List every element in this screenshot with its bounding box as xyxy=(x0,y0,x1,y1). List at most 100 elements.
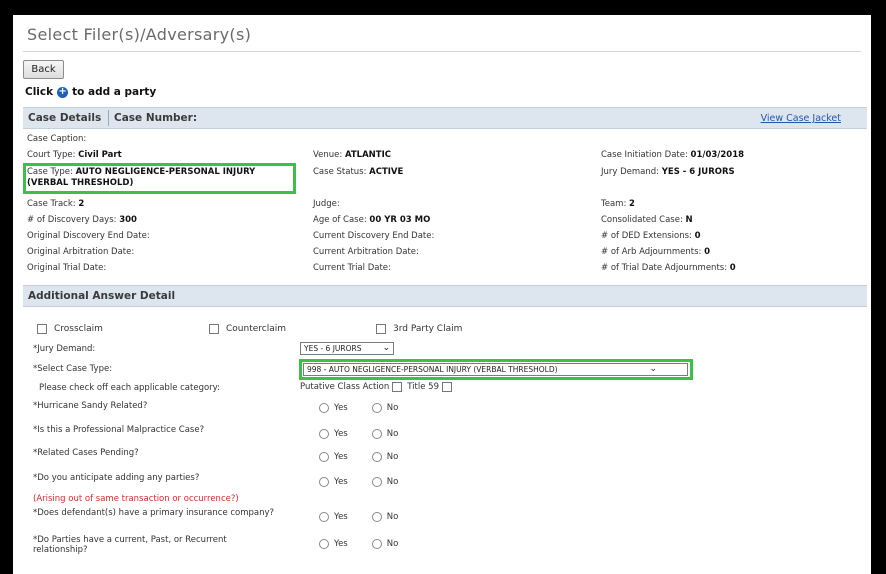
related-no-radio[interactable] xyxy=(371,452,382,462)
team-label: Team: xyxy=(601,199,627,209)
adding-parties-radios: Yes No xyxy=(319,477,398,487)
team: Team: 2 xyxy=(601,199,635,209)
yes-label: Yes xyxy=(334,512,348,522)
yes-label: Yes xyxy=(334,452,348,462)
crossclaim-label: Crossclaim xyxy=(54,324,103,334)
no-label: No xyxy=(386,539,399,549)
trial-adjournments-label: # of Trial Date Adjournments: xyxy=(601,263,728,273)
question-professional-malpractice: *Is this a Professional Malpractice Case… xyxy=(33,425,205,435)
trial-adjournments-value: 0 xyxy=(729,263,736,273)
case-status-value: ACTIVE xyxy=(369,167,404,177)
related-yes-radio[interactable] xyxy=(319,452,329,462)
question-related-cases: *Related Cases Pending? xyxy=(33,448,139,458)
question-adding-parties: *Do you anticipate adding any parties? xyxy=(33,473,200,483)
case-initiation-label: Case Initiation Date: xyxy=(601,150,688,160)
chevron-down-icon: ⌄ xyxy=(382,343,390,353)
arb-adjournments: # of Arb Adjournments: 0 xyxy=(601,247,710,257)
related-cases-radios: Yes No xyxy=(319,452,398,462)
venue-label: Venue: xyxy=(313,150,343,160)
age-of-case-value: 00 YR 03 MO xyxy=(369,215,431,225)
discovery-days: # of Discovery Days: 300 xyxy=(27,215,137,225)
hurricane-yes-radio[interactable] xyxy=(319,403,329,413)
adding-no-radio[interactable] xyxy=(371,477,382,487)
counterclaim-label: Counterclaim xyxy=(226,324,286,334)
yes-label: Yes xyxy=(334,477,348,487)
malpractice-yes-radio[interactable] xyxy=(319,429,329,439)
crossclaim-checkbox[interactable] xyxy=(37,324,47,334)
hurricane-sandy-radios: Yes No xyxy=(319,403,398,413)
court-type-value: Civil Part xyxy=(78,150,122,160)
title-divider xyxy=(23,51,861,52)
case-details-title: Case Details xyxy=(28,112,102,124)
venue: Venue: ATLANTIC xyxy=(313,150,391,160)
category-options: Putative Class Action Title 59 xyxy=(300,382,457,392)
view-case-jacket-link[interactable]: View Case Jacket xyxy=(761,113,841,124)
original-arbitration-date: Original Arbitration Date: xyxy=(27,247,135,257)
insurance-no-radio[interactable] xyxy=(371,512,382,522)
malpractice-no-radio[interactable] xyxy=(371,429,382,439)
counterclaim-option[interactable]: Counterclaim xyxy=(209,324,286,334)
case-number-label: Case Number: xyxy=(114,112,198,124)
current-arbitration-date: Current Arbitration Date: xyxy=(313,247,419,257)
title-59-checkbox[interactable] xyxy=(441,382,452,392)
relationship-question-line2: relationship? xyxy=(33,545,88,555)
ded-extensions: # of DED Extensions: 0 xyxy=(601,231,701,241)
insurance-radios: Yes No xyxy=(319,512,398,522)
current-discovery-end: Current Discovery End Date: xyxy=(313,231,435,241)
back-button[interactable]: Back xyxy=(23,60,64,79)
jury-demand-select[interactable]: YES - 6 JURORS ⌄ xyxy=(300,342,394,355)
case-details-bar: Case Details Case Number: View Case Jack… xyxy=(23,107,867,129)
consolidated-case-value: N xyxy=(685,215,693,225)
case-status: Case Status: ACTIVE xyxy=(313,167,403,177)
putative-class-action-checkbox[interactable] xyxy=(392,382,403,392)
add-party-plus-icon: + xyxy=(57,85,69,98)
case-type-select-highlight xyxy=(299,359,693,380)
third-party-claim-label: 3rd Party Claim xyxy=(393,324,463,334)
insurance-yes-radio[interactable] xyxy=(319,512,329,522)
additional-answer-detail-bar: Additional Answer Detail xyxy=(23,285,867,307)
case-initiation-date: Case Initiation Date: 01/03/2018 xyxy=(601,150,744,160)
case-caption-label: Case Caption: xyxy=(27,134,87,144)
original-discovery-end: Original Discovery End Date: xyxy=(27,231,150,241)
relationship-question-line1: *Do Parties have a current, Past, or Rec… xyxy=(33,535,227,545)
relationship-no-radio[interactable] xyxy=(371,539,382,549)
hurricane-no-radio[interactable] xyxy=(371,403,382,413)
yes-label: Yes xyxy=(334,403,348,413)
case-track-label: Case Track: xyxy=(27,199,76,209)
judge: Judge: xyxy=(313,199,340,209)
court-type-label: Court Type: xyxy=(27,150,76,160)
consolidated-case-label: Consolidated Case: xyxy=(601,215,683,225)
section-separator xyxy=(108,110,109,126)
trial-date-adjournments: # of Trial Date Adjournments: 0 xyxy=(601,263,736,273)
yes-label: Yes xyxy=(334,429,348,439)
consolidated-case: Consolidated Case: N xyxy=(601,215,693,225)
jury-demand-select-value: YES - 6 JURORS xyxy=(304,344,362,353)
jury-demand-value: YES - 6 JURORS xyxy=(661,167,735,177)
current-trial-date: Current Trial Date: xyxy=(313,263,391,273)
arb-adjournments-label: # of Arb Adjournments: xyxy=(601,247,702,257)
judge-label: Judge: xyxy=(313,199,340,209)
third-party-claim-checkbox[interactable] xyxy=(376,324,386,334)
case-track-value: 2 xyxy=(78,199,85,209)
counterclaim-checkbox[interactable] xyxy=(209,324,219,334)
yes-label: Yes xyxy=(334,539,348,549)
malpractice-radios: Yes No xyxy=(319,429,398,439)
page-title: Select Filer(s)/Adversary(s) xyxy=(27,25,252,44)
question-hurricane-sandy: *Hurricane Sandy Related? xyxy=(33,401,148,411)
relationship-yes-radio[interactable] xyxy=(319,539,329,549)
jury-demand: Jury Demand: YES - 6 JURORS xyxy=(601,167,735,177)
adding-yes-radio[interactable] xyxy=(319,477,329,487)
age-of-case: Age of Case: 00 YR 03 MO xyxy=(313,215,430,225)
venue-value: ATLANTIC xyxy=(344,150,391,160)
no-label: No xyxy=(386,477,399,487)
click-suffix: to add a party xyxy=(72,86,157,98)
select-case-type-question: *Select Case Type: xyxy=(33,364,113,374)
ded-extensions-label: # of DED Extensions: xyxy=(601,231,692,241)
case-initiation-value: 01/03/2018 xyxy=(690,150,745,160)
case-track: Case Track: 2 xyxy=(27,199,84,209)
no-label: No xyxy=(386,429,399,439)
third-party-claim-option[interactable]: 3rd Party Claim xyxy=(376,324,462,334)
no-label: No xyxy=(386,403,399,413)
crossclaim-option[interactable]: Crossclaim xyxy=(37,324,103,334)
discovery-days-label: # of Discovery Days: xyxy=(27,215,117,225)
